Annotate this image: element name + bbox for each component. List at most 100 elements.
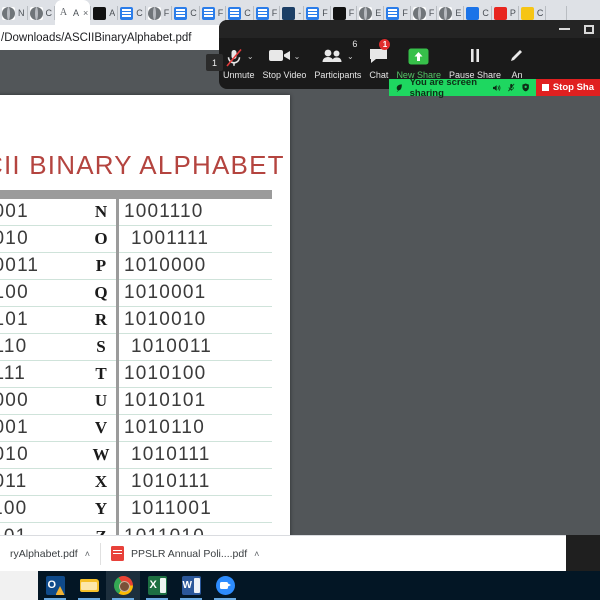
letter-cell: U [94, 391, 108, 410]
speaker-icon[interactable] [492, 83, 501, 93]
taskbar-item-file-explorer[interactable] [72, 571, 106, 600]
globe-icon [412, 6, 426, 20]
letter-cell: Y [94, 499, 108, 518]
binary-left-cell: 01100 [0, 498, 28, 519]
letter-cell: T [95, 364, 107, 383]
zoom-participants-button[interactable]: ⌄ 6 Participants [310, 38, 365, 89]
table-row: 00110 S 1010011 [0, 333, 272, 361]
browser-tab-title: - [298, 8, 302, 18]
table-row: 01011 X 1010111 [0, 468, 272, 496]
windows-taskbar [0, 571, 600, 600]
minimize-icon[interactable] [559, 28, 570, 30]
video-camera-icon [268, 48, 291, 65]
document-icon [120, 6, 134, 20]
download-item[interactable]: ryAlphabet.pdf ˄ [0, 536, 100, 572]
microphone-muted-icon [224, 48, 244, 70]
dark-circle-icon [332, 6, 346, 20]
download-file-name: PPSLR Annual Poli....pdf [130, 547, 248, 560]
browser-tab-0[interactable]: N [0, 1, 27, 25]
pdf-file-icon [110, 546, 124, 561]
chevron-down-icon[interactable]: ⌄ [294, 52, 301, 61]
chevron-up-icon[interactable]: ˄ [85, 549, 90, 559]
browser-tab-1[interactable]: C [28, 1, 55, 25]
globe-icon [439, 6, 453, 20]
chevron-down-icon[interactable]: ⌄ [347, 52, 354, 61]
taskbar-item-word[interactable] [174, 571, 208, 600]
binary-left-cell: 000011 [0, 255, 40, 276]
zoom-camera-icon [215, 576, 235, 595]
binary-right-cell: 1010100 [124, 363, 207, 384]
screen-share-status-bar: You are screen sharing Stop Sha [389, 76, 600, 99]
table-row: 00001 N 1001110 [0, 198, 272, 226]
taskbar-item-outlook[interactable] [38, 571, 72, 600]
folder-icon [79, 576, 99, 595]
share-up-arrow-icon [408, 48, 429, 67]
letter-cell: V [94, 418, 108, 437]
tab-separator [566, 5, 568, 20]
zoom-button-icon-wrap [509, 48, 525, 68]
browser-tab-5[interactable]: F [146, 1, 172, 25]
binary-right-cell: 1001111 [131, 228, 210, 249]
microphone-muted-icon[interactable] [508, 82, 515, 93]
chevron-down-icon[interactable]: ⌄ [247, 52, 254, 61]
zoom-button-icon-wrap: ⌄ [224, 48, 254, 68]
download-item[interactable]: PPSLR Annual Poli....pdf ˄ [101, 536, 269, 572]
pause-icon [467, 48, 483, 65]
taskbar-item-zoom[interactable] [208, 571, 242, 600]
browser-tab-2[interactable]: A A × [55, 0, 91, 25]
binary-right-cell: 1010011 [131, 336, 212, 357]
zoom-stop-video-button[interactable]: ⌄ Stop Video [259, 38, 311, 89]
url-text[interactable]: /Downloads/ASCIIBinaryAlphabet.pdf [0, 32, 192, 44]
zoom-button-icon-wrap: ⌄ [268, 48, 301, 68]
browser-tab-title: E [375, 8, 382, 18]
download-shelf: ryAlphabet.pdf ˄ PPSLR Annual Poli....pdf ˄ [0, 535, 600, 571]
taskbar-item-chrome[interactable] [106, 571, 140, 600]
letter-cell: S [96, 337, 106, 356]
pdf-viewer: CII BINARY ALPHABET 00001N100111000010O1… [0, 50, 600, 540]
document-icon [174, 6, 188, 20]
letter-cell: P [95, 256, 107, 275]
globe-icon [2, 6, 15, 20]
browser-tab-title: F [402, 8, 408, 18]
binary-left-cell: 00101 [0, 309, 29, 330]
participant-count: 6 [352, 39, 358, 49]
browser-tab-6[interactable]: C [172, 1, 199, 25]
stop-share-button[interactable]: Stop Sha [535, 79, 600, 96]
binary-left-cell: 01010 [0, 444, 29, 465]
shield-icon[interactable] [521, 82, 529, 93]
zoom-unmute-button[interactable]: ⌄ Unmute [219, 38, 259, 89]
binary-right-cell: 1010010 [124, 309, 207, 330]
table-row: 00111 T 1010100 [0, 360, 272, 388]
sharing-status-text: You are screen sharing [409, 76, 477, 99]
zoom-button-icon-wrap [467, 48, 483, 68]
letter-cell: R [94, 310, 108, 329]
zoom-button-icon-wrap: ⌄ [322, 48, 354, 68]
binary-left-cell: 00001 [0, 201, 29, 222]
taskbar-icons [38, 571, 242, 600]
browser-tab-title: F [163, 8, 170, 18]
stop-square-icon [541, 84, 549, 91]
word-icon [181, 576, 201, 595]
maximize-icon[interactable] [584, 24, 594, 34]
browser-tab-title: A [73, 7, 80, 18]
browser-tab-4[interactable]: C [118, 1, 145, 25]
browser-tab-title: F [217, 8, 224, 18]
download-file-name: ryAlphabet.pdf [10, 547, 78, 560]
browser-tab-3[interactable]: A [91, 1, 117, 25]
browser-tab-title: F [322, 8, 328, 18]
table-row: 00101 R 1010010 [0, 306, 272, 334]
browser-tab-title: C [45, 8, 53, 18]
binary-left-cell: 01001 [0, 417, 29, 438]
close-icon[interactable]: × [83, 8, 88, 18]
taskbar-item-excel[interactable] [140, 571, 174, 600]
document-icon [386, 6, 400, 20]
chevron-up-icon[interactable]: ˄ [254, 549, 259, 559]
table-header-bar [0, 190, 272, 199]
stop-share-label: Stop Sha [552, 82, 594, 93]
binary-right-cell: 1011001 [131, 498, 212, 519]
globe-icon [29, 6, 43, 20]
browser-tab-title: A [109, 8, 116, 18]
binary-right-cell: 1010001 [124, 282, 207, 303]
zoom-window-titlebar [219, 20, 600, 38]
browser-tab-title: F [348, 8, 355, 18]
